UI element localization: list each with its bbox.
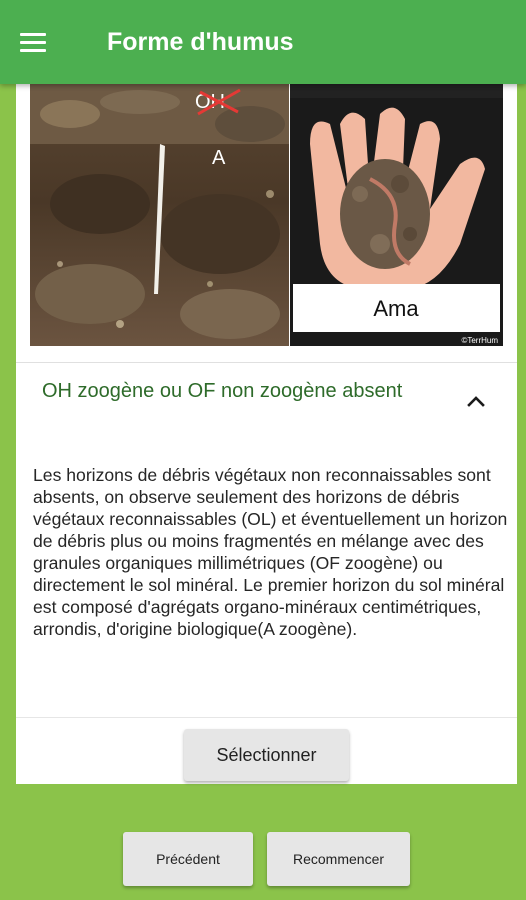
- section-title: OH zoogène ou OF non zoogène absent: [42, 380, 403, 402]
- previous-button[interactable]: Précédent: [123, 832, 253, 886]
- app-bar: Forme d'humus: [0, 0, 526, 84]
- menu-line: [20, 32, 46, 36]
- soil-label-a: A: [212, 147, 226, 169]
- humus-images: OH A Ama ©TerrHum: [30, 84, 517, 346]
- hand-soil-image: Ama ©TerrHum: [290, 84, 503, 346]
- divider: [16, 717, 517, 718]
- copyright-label: ©TerrHum: [461, 336, 498, 345]
- page-title: Forme d'humus: [107, 28, 294, 56]
- section-description: Les horizons de débris végétaux non reco…: [33, 465, 508, 639]
- hand-image-label: Ama: [373, 296, 419, 321]
- select-button[interactable]: Sélectionner: [184, 729, 349, 781]
- soil-profile-image: OH A: [30, 84, 289, 346]
- menu-line: [20, 40, 46, 44]
- section-header[interactable]: OH zoogène ou OF non zoogène absent: [16, 363, 517, 443]
- restart-button[interactable]: Recommencer: [267, 832, 410, 886]
- hamburger-menu-icon[interactable]: [20, 24, 56, 60]
- humus-card: OH A Ama ©TerrHum OH zoogène ou OF non z…: [16, 84, 517, 784]
- menu-line: [20, 48, 46, 52]
- chevron-up-icon[interactable]: [464, 389, 488, 413]
